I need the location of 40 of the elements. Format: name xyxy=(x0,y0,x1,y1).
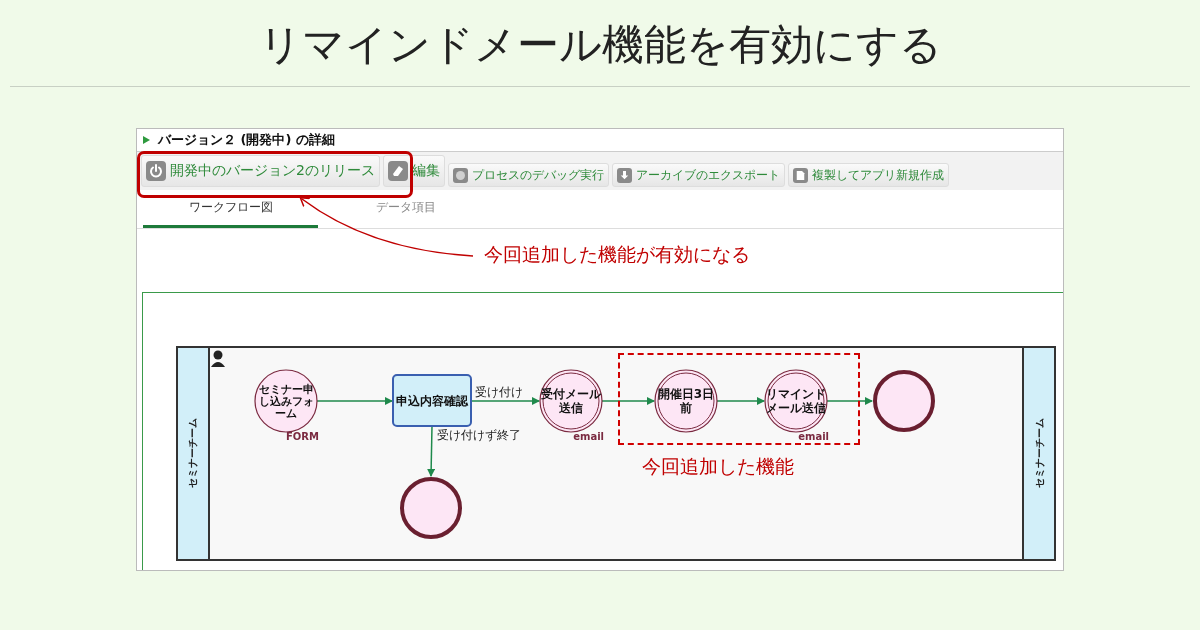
tab[interactable]: ワークフロー図 xyxy=(143,190,318,228)
tab[interactable]: データ項目 xyxy=(318,190,493,228)
person-icon xyxy=(211,350,225,367)
flow-arrow xyxy=(716,397,765,405)
toolbar-button[interactable]: 編集 xyxy=(382,155,445,187)
flow-arrow xyxy=(826,397,873,405)
section-title: バージョン２ (開発中) の詳細 xyxy=(158,131,335,149)
node-label: 申込内容確認 xyxy=(396,394,468,408)
toolbar-button[interactable]: 複製してアプリ新規作成 xyxy=(787,163,949,187)
lane-label: セミナーチーム xyxy=(187,418,198,488)
document-icon xyxy=(792,167,808,183)
email-event xyxy=(764,369,828,433)
toolbar-button[interactable]: アーカイブのエクスポート xyxy=(611,163,785,187)
node-label: リマインド メール送信 xyxy=(766,387,826,415)
triangle-icon xyxy=(143,136,150,144)
email-event xyxy=(539,369,603,433)
flow-label: 受け付けず終了 xyxy=(437,428,521,442)
download-icon xyxy=(616,167,632,183)
end-event xyxy=(873,370,935,432)
flow-arrow xyxy=(601,397,655,405)
flow-arrow xyxy=(470,397,540,405)
node-type-label: email xyxy=(573,431,604,442)
callout-text: 今回追加した機能が有効になる xyxy=(484,242,750,267)
node-label: 開催日3日 前 xyxy=(657,387,715,415)
node-label: セミナー申 し込みフォ ーム xyxy=(258,383,314,419)
node-type-label: email xyxy=(798,431,829,442)
node-type-label: FORM xyxy=(286,431,319,442)
page-heading: リマインドメール機能を有効にする xyxy=(257,19,943,71)
flow-arrow xyxy=(427,425,436,477)
toolbar-button[interactable]: 開発中のバージョン2のリリース xyxy=(141,155,380,187)
timer-event xyxy=(654,369,718,433)
toolbar-button[interactable]: プロセスのデバッグ実行 xyxy=(447,163,609,187)
power-icon xyxy=(146,161,166,181)
flow-label: 受け付け xyxy=(475,385,523,399)
eraser-icon xyxy=(387,161,408,181)
lane-label: セミナーチーム xyxy=(1034,418,1045,488)
node-label: 受付メール 送信 xyxy=(541,387,601,415)
end-event xyxy=(400,477,462,539)
callout-text: 今回追加した機能 xyxy=(642,454,794,479)
start-event xyxy=(254,369,318,433)
